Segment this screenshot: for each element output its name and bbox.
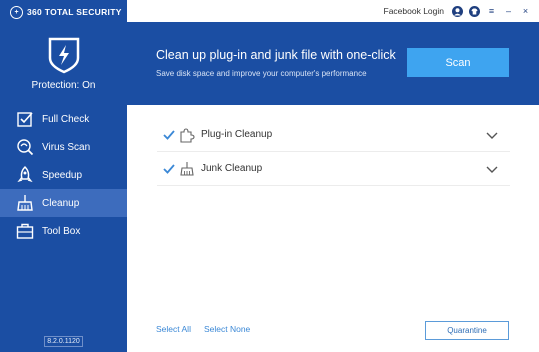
version-label: 8.2.0.1120 — [44, 336, 83, 347]
title-bar: Facebook Login ≡ – × — [127, 0, 539, 22]
sidebar-item-full-check[interactable]: Full Check — [0, 105, 127, 133]
quarantine-button[interactable]: Quarantine — [425, 321, 509, 340]
banner-headline: Clean up plug-in and junk file with one-… — [156, 48, 396, 62]
cleanup-list: Plug-in Cleanup Junk Cleanup — [157, 118, 510, 186]
sidebar-item-label: Virus Scan — [42, 141, 91, 153]
brand-name: 360 TOTAL SECURITY — [27, 7, 122, 17]
sidebar-item-cleanup[interactable]: Cleanup — [0, 189, 127, 217]
sidebar-item-label: Full Check — [42, 113, 90, 125]
chevron-down-icon[interactable] — [486, 163, 498, 175]
sidebar: + 360 TOTAL SECURITY Protection: On Full… — [0, 0, 127, 352]
sidebar-item-label: Tool Box — [42, 225, 81, 237]
shirt-skin-icon[interactable] — [469, 5, 480, 17]
puzzle-icon — [180, 127, 195, 143]
virus-scan-icon — [17, 139, 34, 156]
broom-icon — [180, 161, 194, 176]
checkmark-icon[interactable] — [163, 129, 175, 141]
close-icon[interactable]: × — [520, 6, 531, 17]
brand: + 360 TOTAL SECURITY — [10, 5, 122, 19]
minimize-icon[interactable]: – — [503, 6, 514, 17]
sidebar-item-label: Cleanup — [42, 197, 80, 209]
menu-icon[interactable]: ≡ — [486, 6, 497, 17]
selection-links: Select All Select None — [156, 324, 250, 334]
broom-icon — [17, 195, 33, 211]
checkmark-icon[interactable] — [163, 163, 175, 175]
sidebar-item-virus-scan[interactable]: Virus Scan — [0, 133, 127, 161]
rocket-icon — [17, 166, 33, 183]
shield-lightning-icon — [48, 37, 79, 74]
select-none-link[interactable]: Select None — [204, 324, 250, 334]
protection-shield[interactable] — [0, 36, 127, 74]
user-avatar-icon[interactable] — [452, 5, 463, 17]
list-item-plugin-cleanup[interactable]: Plug-in Cleanup — [157, 118, 510, 152]
protection-status: Protection: On — [31, 80, 96, 91]
check-box-icon — [17, 112, 33, 127]
sidebar-nav: Full Check Virus Scan Speedup Cleanup To… — [0, 105, 127, 245]
select-all-link[interactable]: Select All — [156, 324, 191, 334]
brand-logo-icon: + — [10, 5, 23, 19]
list-item-label: Junk Cleanup — [201, 163, 263, 174]
toolbox-icon — [16, 223, 34, 239]
list-item-label: Plug-in Cleanup — [201, 129, 273, 140]
chevron-down-icon[interactable] — [486, 129, 498, 141]
cleanup-banner: Clean up plug-in and junk file with one-… — [127, 22, 539, 105]
sidebar-item-speedup[interactable]: Speedup — [0, 161, 127, 189]
scan-button[interactable]: Scan — [407, 48, 509, 77]
sidebar-item-label: Speedup — [42, 169, 83, 181]
sidebar-item-tool-box[interactable]: Tool Box — [0, 217, 127, 245]
facebook-login-link[interactable]: Facebook Login — [384, 6, 445, 16]
banner-subtext: Save disk space and improve your compute… — [156, 69, 367, 78]
list-item-junk-cleanup[interactable]: Junk Cleanup — [157, 152, 510, 186]
